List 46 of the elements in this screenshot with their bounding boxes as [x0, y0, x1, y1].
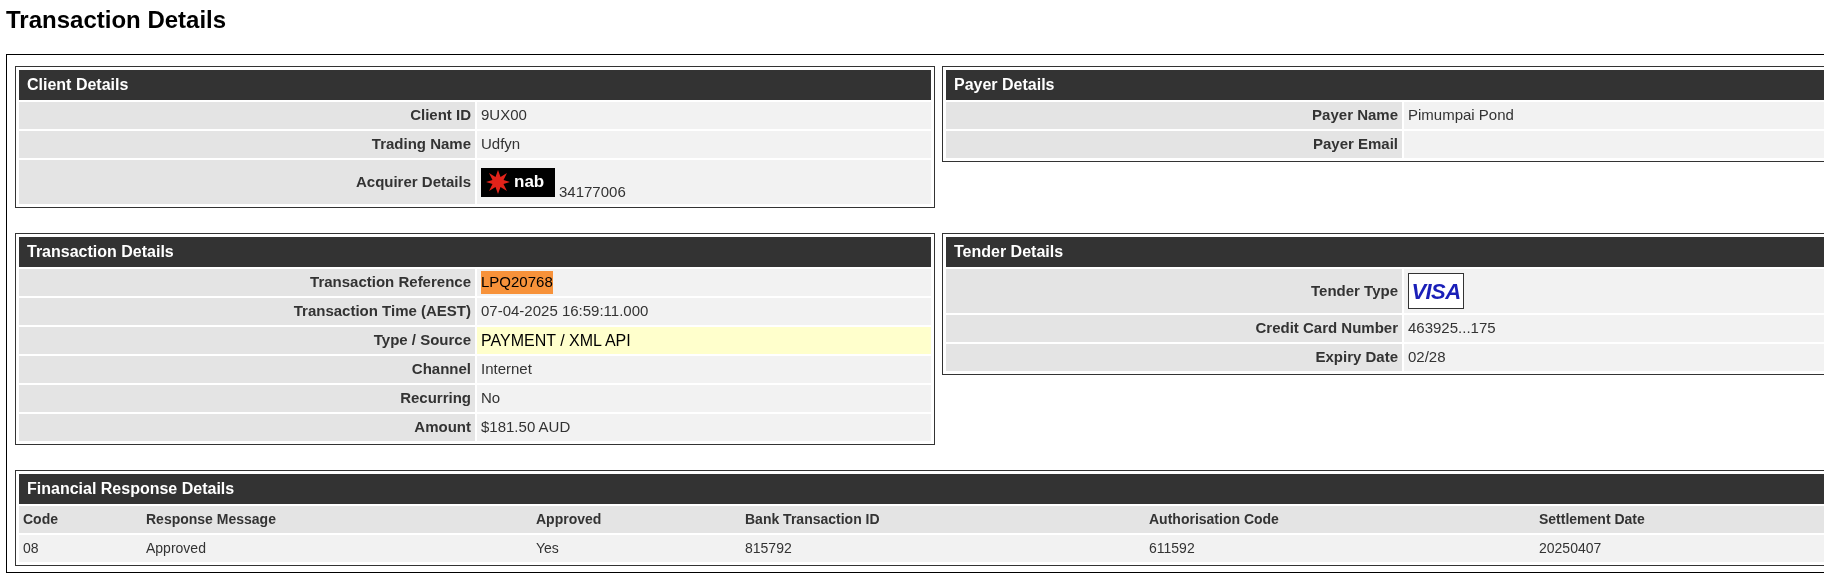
field-value: Udfyn [481, 134, 521, 155]
panel-header: Payer Details [946, 70, 1824, 100]
field-value: 34177006 [559, 181, 626, 202]
table-cell: 20250407 [1535, 535, 1824, 562]
field-label: Tender Type [946, 269, 1402, 313]
field-label: Payer Email [946, 131, 1402, 158]
field-label: Transaction Time (AEST) [19, 298, 475, 325]
column-header: Response Message [142, 506, 532, 533]
field-value: Pimumpai Pond [1408, 105, 1514, 126]
column-header: Authorisation Code [1145, 506, 1535, 533]
column-header: Code [19, 506, 142, 533]
field-label: Recurring [19, 385, 475, 412]
table-cell: Yes [532, 535, 741, 562]
field-label: Trading Name [19, 131, 475, 158]
field-label: Acquirer Details [19, 160, 475, 204]
field-label: Type / Source [19, 327, 475, 354]
panel-header: Financial Response Details [19, 474, 1824, 504]
table-cell: 611592 [1145, 535, 1535, 562]
table-cell: Approved [142, 535, 532, 562]
field-value: PAYMENT / XML API [481, 330, 631, 351]
table-cell: 815792 [741, 535, 1145, 562]
field-value: Internet [481, 359, 532, 380]
field-value: 463925...175 [1408, 318, 1496, 339]
field-value: $181.50 AUD [481, 417, 571, 438]
field-label: Amount [19, 414, 475, 441]
column-header: Settlement Date [1535, 506, 1824, 533]
table-cell: 08 [19, 535, 142, 562]
card-logo: VISA [1408, 273, 1464, 309]
field-label: Channel [19, 356, 475, 383]
field-label: Payer Name [946, 102, 1402, 129]
field-value: LPQ20768 [481, 271, 553, 294]
panel-header: Tender Details [946, 237, 1824, 267]
field-label: Credit Card Number [946, 315, 1402, 342]
panel-header: Transaction Details [19, 237, 931, 267]
field-value: 07-04-2025 16:59:11.000 [481, 301, 649, 322]
field-value: 9UX00 [481, 105, 527, 126]
column-header: Approved [532, 506, 741, 533]
field-value: No [481, 388, 501, 409]
bank-logo: nab [481, 167, 555, 197]
column-header: Bank Transaction ID [741, 506, 1145, 533]
field-label: Expiry Date [946, 344, 1402, 371]
page-title: Transaction Details [6, 5, 227, 35]
field-label: Transaction Reference [19, 269, 475, 296]
field-label: Client ID [19, 102, 475, 129]
panel-header: Client Details [19, 70, 931, 100]
field-value: 02/28 [1408, 347, 1446, 368]
